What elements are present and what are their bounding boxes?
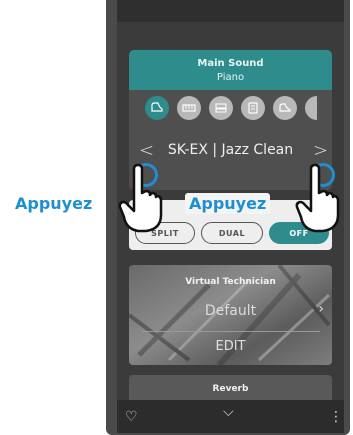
more-menu-icon[interactable]: ⋮ [329, 409, 343, 425]
virtual-technician-card[interactable]: Virtual Technician Default › EDIT [129, 265, 332, 365]
grand-piano-icon[interactable] [145, 96, 169, 120]
dual-button[interactable]: DUAL [201, 222, 263, 244]
right-tap-callout: Appuyez [185, 193, 271, 214]
strings-icon[interactable] [273, 96, 297, 120]
reverb-title: Reverb [212, 384, 249, 394]
right-hand-icon [295, 163, 340, 233]
left-tap-callout: Appuyez [15, 194, 93, 213]
virtual-technician-title: Virtual Technician [185, 277, 276, 287]
left-hand-icon [118, 163, 163, 233]
edit-button[interactable]: EDIT [129, 339, 332, 354]
selected-sound-name: SK-EX | Jazz Clean [167, 142, 294, 158]
sound-category-icons [129, 96, 332, 126]
harpsichord-icon[interactable] [241, 96, 265, 120]
main-sound-title: Main Sound [197, 58, 264, 69]
main-sound-header[interactable]: Main Sound Piano [129, 50, 332, 90]
divider [141, 331, 320, 332]
virtual-technician-setting: Default [204, 303, 257, 319]
organ-icon[interactable] [209, 96, 233, 120]
main-sound-category: Piano [216, 72, 245, 83]
bottom-toolbar: ♡ ⌵ ⋮ [117, 400, 344, 433]
electric-piano-icon[interactable] [177, 96, 201, 120]
chevron-right-icon[interactable]: › [318, 301, 324, 317]
chevron-down-icon[interactable]: ⌵ [223, 404, 234, 420]
previous-sound-button[interactable]: < [139, 140, 154, 161]
next-sound-button[interactable]: > [313, 140, 328, 161]
more-categories-icon[interactable] [305, 96, 317, 120]
status-strip [117, 0, 344, 22]
favorite-heart-icon[interactable]: ♡ [125, 409, 138, 425]
